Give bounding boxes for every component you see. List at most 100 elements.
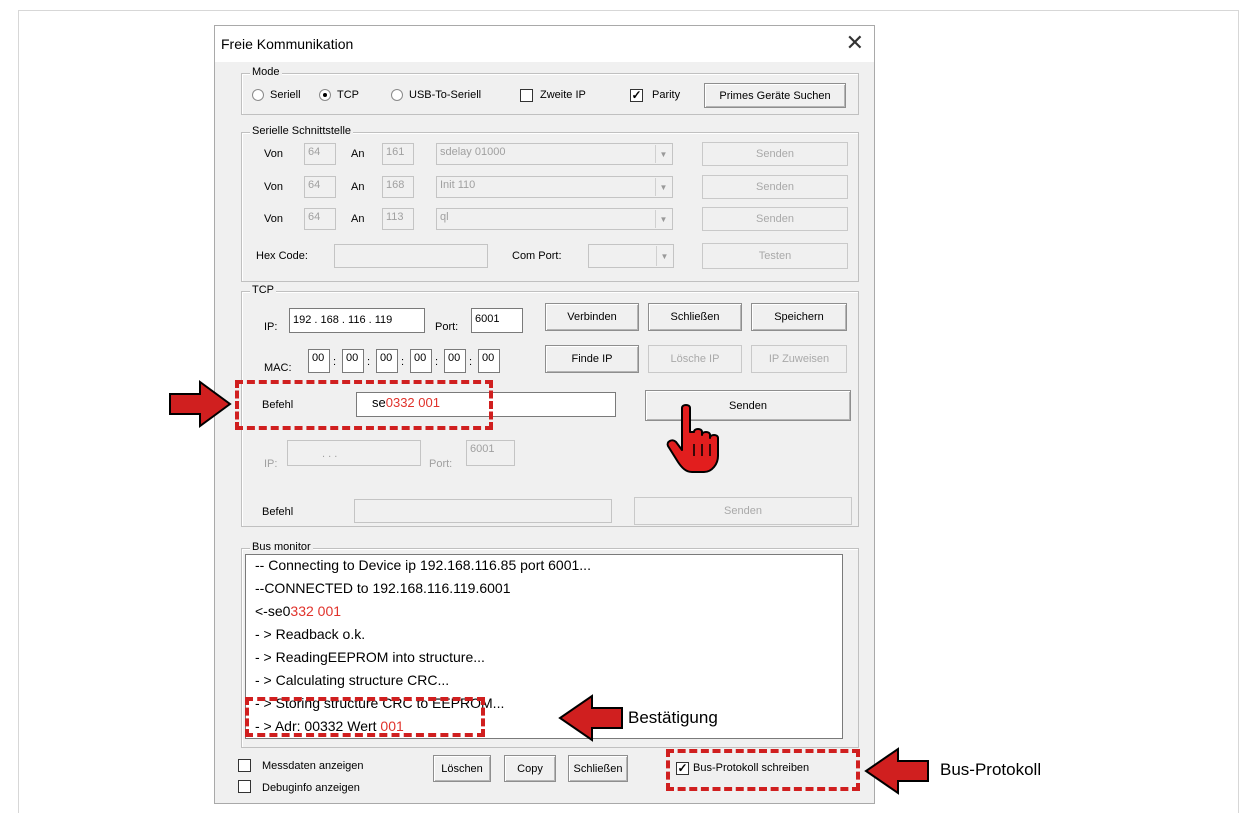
com-port-select[interactable]: ▼ [588, 244, 674, 268]
command-combo-2[interactable]: Init 110 ▼ [436, 176, 673, 198]
log-line-highlight: 332 001 [290, 603, 342, 619]
messdaten-label: Messdaten anzeigen [262, 760, 364, 772]
loeschen-button[interactable]: Löschen [433, 755, 491, 782]
an-field-3[interactable]: 113 [382, 208, 414, 230]
ip2-field[interactable]: . . . [287, 440, 421, 466]
serial-send-button-3[interactable]: Senden [702, 207, 848, 231]
bus-monitor-label: Bus monitor [250, 541, 313, 553]
seriell-radio[interactable] [252, 89, 264, 101]
mac-separator: : [401, 356, 405, 368]
tcp-senden2-button[interactable]: Senden [634, 497, 852, 525]
serial-group-label: Serielle Schnittstelle [250, 125, 354, 137]
tcp-label: TCP [337, 89, 359, 101]
mac-separator: : [469, 356, 473, 368]
befehl2-field[interactable] [354, 499, 612, 523]
messdaten-checkbox[interactable] [238, 759, 251, 772]
command-combo-2-value: Init 110 [440, 179, 476, 191]
usb-radio[interactable] [391, 89, 403, 101]
mac-field-1[interactable]: 00 [308, 349, 330, 373]
mac-separator: : [367, 356, 371, 368]
log-line: -- Connecting to Device ip 192.168.116.8… [255, 557, 591, 573]
mac-label: MAC: [264, 362, 292, 374]
port-field[interactable]: 6001 [471, 308, 523, 333]
von-label: Von [264, 181, 283, 193]
log-line: - > Readback o.k. [255, 626, 366, 642]
port2-field[interactable]: 6001 [466, 440, 515, 466]
von-field-3[interactable]: 64 [304, 208, 336, 230]
testen-button[interactable]: Testen [702, 243, 848, 269]
parity-label: Parity [652, 89, 681, 101]
mac-field-5[interactable]: 00 [444, 349, 466, 373]
arrow-left-icon [864, 747, 929, 795]
chevron-down-icon: ▼ [655, 210, 671, 228]
mac-field-2[interactable]: 00 [342, 349, 364, 373]
mac-field-6[interactable]: 00 [478, 349, 500, 373]
bus-protokoll-highlight-box [666, 749, 860, 791]
schliessen-bottom-button[interactable]: Schließen [568, 755, 628, 782]
bestaetigung-callout: Bestätigung [628, 708, 718, 727]
tcp-group-label: TCP [250, 284, 276, 296]
parity-checkbox[interactable]: ✓ [630, 89, 643, 102]
an-label: An [351, 148, 365, 160]
primes-geraete-suchen-button[interactable]: Primes Geräte Suchen [704, 83, 846, 108]
debuginfo-label: Debuginfo anzeigen [262, 782, 360, 794]
chevron-down-icon: ▼ [655, 145, 671, 163]
usb-label: USB-To-Seriell [409, 89, 482, 101]
command-combo-3-value: ql [440, 211, 449, 223]
tcp-radio[interactable] [319, 89, 331, 101]
mac-separator: : [435, 356, 439, 368]
copy-button[interactable]: Copy [504, 755, 556, 782]
serial-send-button-1[interactable]: Senden [702, 142, 848, 166]
befehl-highlight-box [235, 380, 493, 430]
arrow-left-icon [558, 694, 623, 742]
command-combo-1[interactable]: sdelay 01000 ▼ [436, 143, 673, 165]
port2-label: Port: [429, 458, 453, 470]
verbinden-button[interactable]: Verbinden [545, 303, 639, 331]
an-field-2[interactable]: 168 [382, 176, 414, 198]
von-field-1[interactable]: 64 [304, 143, 336, 165]
log-line-prefix: <-se0 [255, 603, 291, 619]
port-label: Port: [435, 321, 459, 333]
an-label: An [351, 181, 365, 193]
ip-label: IP: [264, 321, 278, 333]
von-field-2[interactable]: 64 [304, 176, 336, 198]
chevron-down-icon: ▼ [655, 178, 671, 196]
mac-separator: : [333, 356, 337, 368]
dialog-title: Freie Kommunikation [221, 36, 354, 52]
hex-code-field[interactable] [334, 244, 488, 268]
com-port-label: Com Port: [512, 250, 562, 262]
close-icon[interactable]: ✕ [846, 30, 864, 56]
schliessen-button[interactable]: Schließen [648, 303, 742, 331]
von-label: Von [264, 148, 283, 160]
loesche-ip-button[interactable]: Lösche IP [648, 345, 742, 373]
mode-group: Mode Seriell TCP USB-To-Seriell Zweite I… [241, 66, 859, 115]
log-line: - > ReadingEEPROM into structure... [255, 649, 485, 665]
an-field-1[interactable]: 161 [382, 143, 414, 165]
command-combo-1-value: sdelay 01000 [440, 146, 506, 158]
mac-field-4[interactable]: 00 [410, 349, 432, 373]
an-label: An [351, 213, 365, 225]
finde-ip-button[interactable]: Finde IP [545, 345, 639, 373]
zweite-ip-label: Zweite IP [540, 89, 586, 101]
log-line: <-se0332 001 [255, 603, 341, 619]
seriell-label: Seriell [270, 89, 301, 101]
mac-field-3[interactable]: 00 [376, 349, 398, 373]
hand-pointer-icon [666, 404, 719, 473]
zweite-ip-checkbox[interactable] [520, 89, 533, 102]
serial-send-button-2[interactable]: Senden [702, 175, 848, 199]
log-line: --CONNECTED to 192.168.116.119.6001 [255, 580, 511, 596]
von-label: Von [264, 213, 283, 225]
command-combo-3[interactable]: ql ▼ [436, 208, 673, 230]
ip-field[interactable]: 192 . 168 . 116 . 119 [289, 308, 425, 333]
confirmation-highlight-box [245, 697, 485, 737]
befehl2-label: Befehl [262, 506, 294, 518]
log-line: - > Calculating structure CRC... [255, 672, 450, 688]
speichern-button[interactable]: Speichern [751, 303, 847, 331]
ip-zuweisen-button[interactable]: IP Zuweisen [751, 345, 847, 373]
arrow-right-icon [169, 380, 232, 428]
bus-protokoll-callout: Bus-Protokoll [940, 760, 1042, 779]
ip2-label: IP: [264, 458, 278, 470]
chevron-down-icon: ▼ [656, 246, 672, 266]
debuginfo-checkbox[interactable] [238, 780, 251, 793]
serial-group: Serielle Schnittstelle Von 64 An 161 sde… [241, 125, 859, 282]
